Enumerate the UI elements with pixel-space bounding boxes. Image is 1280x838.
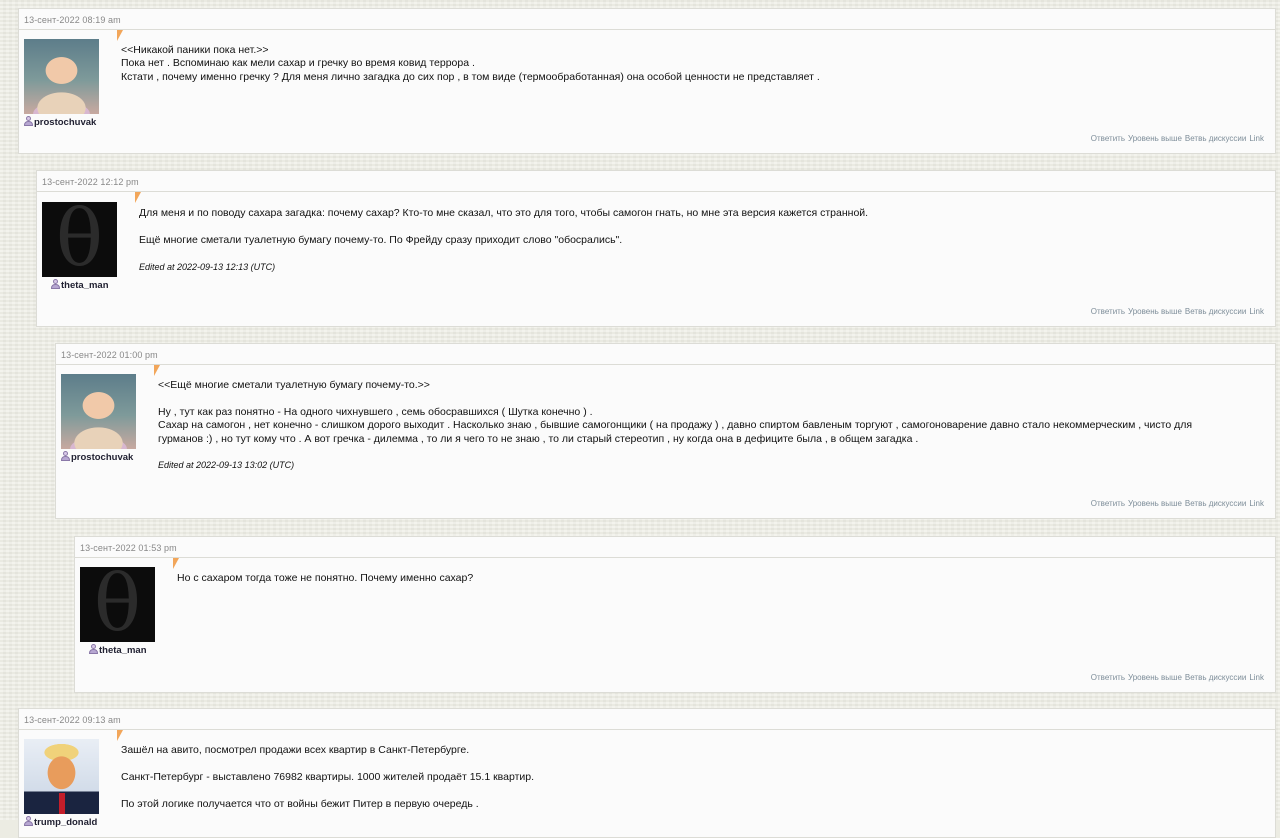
permalink[interactable]: Link: [1249, 673, 1264, 682]
username-link[interactable]: prostochuvak: [24, 116, 96, 128]
thread-link[interactable]: Ветвь дискуссии: [1185, 499, 1246, 508]
header-divider: [19, 729, 1275, 730]
header-divider: [19, 29, 1275, 30]
username-text[interactable]: prostochuvak: [34, 117, 96, 128]
user-avatar[interactable]: [24, 739, 99, 814]
username-link[interactable]: theta_man: [89, 644, 147, 656]
comment-text-line: Кстати , почему именно гречку ? Для меня…: [121, 70, 820, 83]
permalink[interactable]: Link: [1249, 499, 1264, 508]
user-avatar[interactable]: θ: [42, 202, 117, 277]
comment-text-line: <<Никакой паники пока нет.>>: [121, 44, 269, 56]
header-divider: [75, 557, 1275, 558]
comment-text-line: Сахар на самогон , нет конечно - слишком…: [158, 419, 1193, 432]
comment-5: 13-сент-2022 09:13 am trump_donald Зашёл н…: [18, 708, 1276, 838]
comment-2: 13-сент-2022 12:12 pm θ theta_man Для меня …: [36, 170, 1276, 327]
comment-pointer-icon: [154, 365, 160, 376]
user-profile-icon[interactable]: [51, 279, 60, 289]
reply-link[interactable]: Ответить: [1091, 307, 1125, 316]
comment-date: 13-сент-2022 09:13 am: [24, 715, 121, 725]
comment-pointer-icon: [135, 192, 141, 203]
comment-text-line: Санкт-Петербург - выставлено 76982 кварт…: [121, 770, 535, 783]
comment-text-line: Но с сахаром тогда тоже не понятно. Поче…: [177, 572, 474, 584]
parent-link[interactable]: Уровень выше: [1128, 134, 1182, 143]
comment-body: Для меня и по поводу сахара загадка: поч…: [139, 207, 1237, 274]
thread-link[interactable]: Ветвь дискуссии: [1185, 307, 1246, 316]
username-text[interactable]: prostochuvak: [71, 452, 133, 463]
thread-link[interactable]: Ветвь дискуссии: [1185, 673, 1246, 682]
comment-3: 13-сент-2022 01:00 pm prostochuvak <<Ещё м…: [55, 343, 1276, 519]
comment-body: Зашёл на авито, посмотрел продажи всех к…: [121, 744, 1237, 811]
comment-body: Но с сахаром тогда тоже не понятно. Поче…: [177, 572, 1237, 585]
user-avatar[interactable]: [61, 374, 136, 449]
permalink[interactable]: Link: [1249, 134, 1264, 143]
comment-text-line: Ну , тут как раз понятно - На одного чих…: [158, 405, 593, 418]
comment-pointer-icon: [117, 730, 123, 741]
comment-1: 13-сент-2022 08:19 am prostochuvak <<Никак…: [18, 8, 1276, 154]
parent-link[interactable]: Уровень выше: [1128, 673, 1182, 682]
comment-date: 13-сент-2022 01:53 pm: [80, 543, 177, 553]
username-link[interactable]: prostochuvak: [61, 451, 133, 463]
user-profile-icon[interactable]: [89, 644, 98, 654]
user-profile-icon[interactable]: [24, 116, 33, 126]
username-text[interactable]: theta_man: [99, 645, 147, 656]
edited-note: Edited at 2022-09-13 12:13 (UTC): [139, 261, 276, 272]
user-avatar[interactable]: [24, 39, 99, 114]
comment-body: <<Никакой паники пока нет.>> Пока нет . В…: [121, 44, 1237, 84]
username-text[interactable]: trump_donald: [34, 817, 97, 828]
reply-link[interactable]: Ответить: [1091, 499, 1125, 508]
comment-text-line: Ещё многие сметали туалетную бумагу поче…: [139, 233, 623, 246]
comment-text-line: Зашёл на авито, посмотрел продажи всех к…: [121, 744, 470, 756]
user-profile-icon[interactable]: [61, 451, 70, 461]
comment-date: 13-сент-2022 01:00 pm: [61, 350, 158, 360]
comment-actions: Ответить Уровень выше Ветвь дискуссии Link: [1088, 307, 1264, 316]
username-link[interactable]: theta_man: [51, 279, 109, 291]
username-link[interactable]: trump_donald: [24, 816, 97, 828]
comment-pointer-icon: [173, 558, 179, 569]
comment-actions: Ответить Уровень выше Ветвь дискуссии Link: [1088, 673, 1264, 682]
user-avatar[interactable]: θ: [80, 567, 155, 642]
comment-text-line: Для меня и по поводу сахара загадка: поч…: [139, 207, 869, 219]
edited-note: Edited at 2022-09-13 13:02 (UTC): [158, 460, 295, 471]
comment-actions: Ответить Уровень выше Ветвь дискуссии Link: [1088, 499, 1264, 508]
parent-link[interactable]: Уровень выше: [1128, 499, 1182, 508]
comment-pointer-icon: [117, 30, 123, 41]
header-divider: [37, 191, 1275, 192]
comment-date: 13-сент-2022 12:12 pm: [42, 177, 139, 187]
header-divider: [56, 364, 1275, 365]
comment-text-line: По этой логике получается что от войны б…: [121, 797, 479, 810]
comment-date: 13-сент-2022 08:19 am: [24, 15, 121, 25]
comment-text-line: <<Ещё многие сметали туалетную бумагу по…: [158, 379, 430, 391]
reply-link[interactable]: Ответить: [1091, 673, 1125, 682]
user-profile-icon[interactable]: [24, 816, 33, 826]
reply-link[interactable]: Ответить: [1091, 134, 1125, 143]
comment-4: 13-сент-2022 01:53 pm θ theta_man Но с саха…: [74, 536, 1276, 693]
comment-text-line: Пока нет . Вспоминаю как мели сахар и гр…: [121, 57, 475, 70]
comment-text-line: гурманов :) , но тут кому что . А вот гр…: [158, 432, 919, 445]
parent-link[interactable]: Уровень выше: [1128, 307, 1182, 316]
username-text[interactable]: theta_man: [61, 280, 109, 291]
comment-body: <<Ещё многие сметали туалетную бумагу по…: [158, 379, 1237, 473]
comment-actions: Ответить Уровень выше Ветвь дискуссии Link: [1088, 134, 1264, 143]
permalink[interactable]: Link: [1249, 307, 1264, 316]
thread-link[interactable]: Ветвь дискуссии: [1185, 134, 1246, 143]
